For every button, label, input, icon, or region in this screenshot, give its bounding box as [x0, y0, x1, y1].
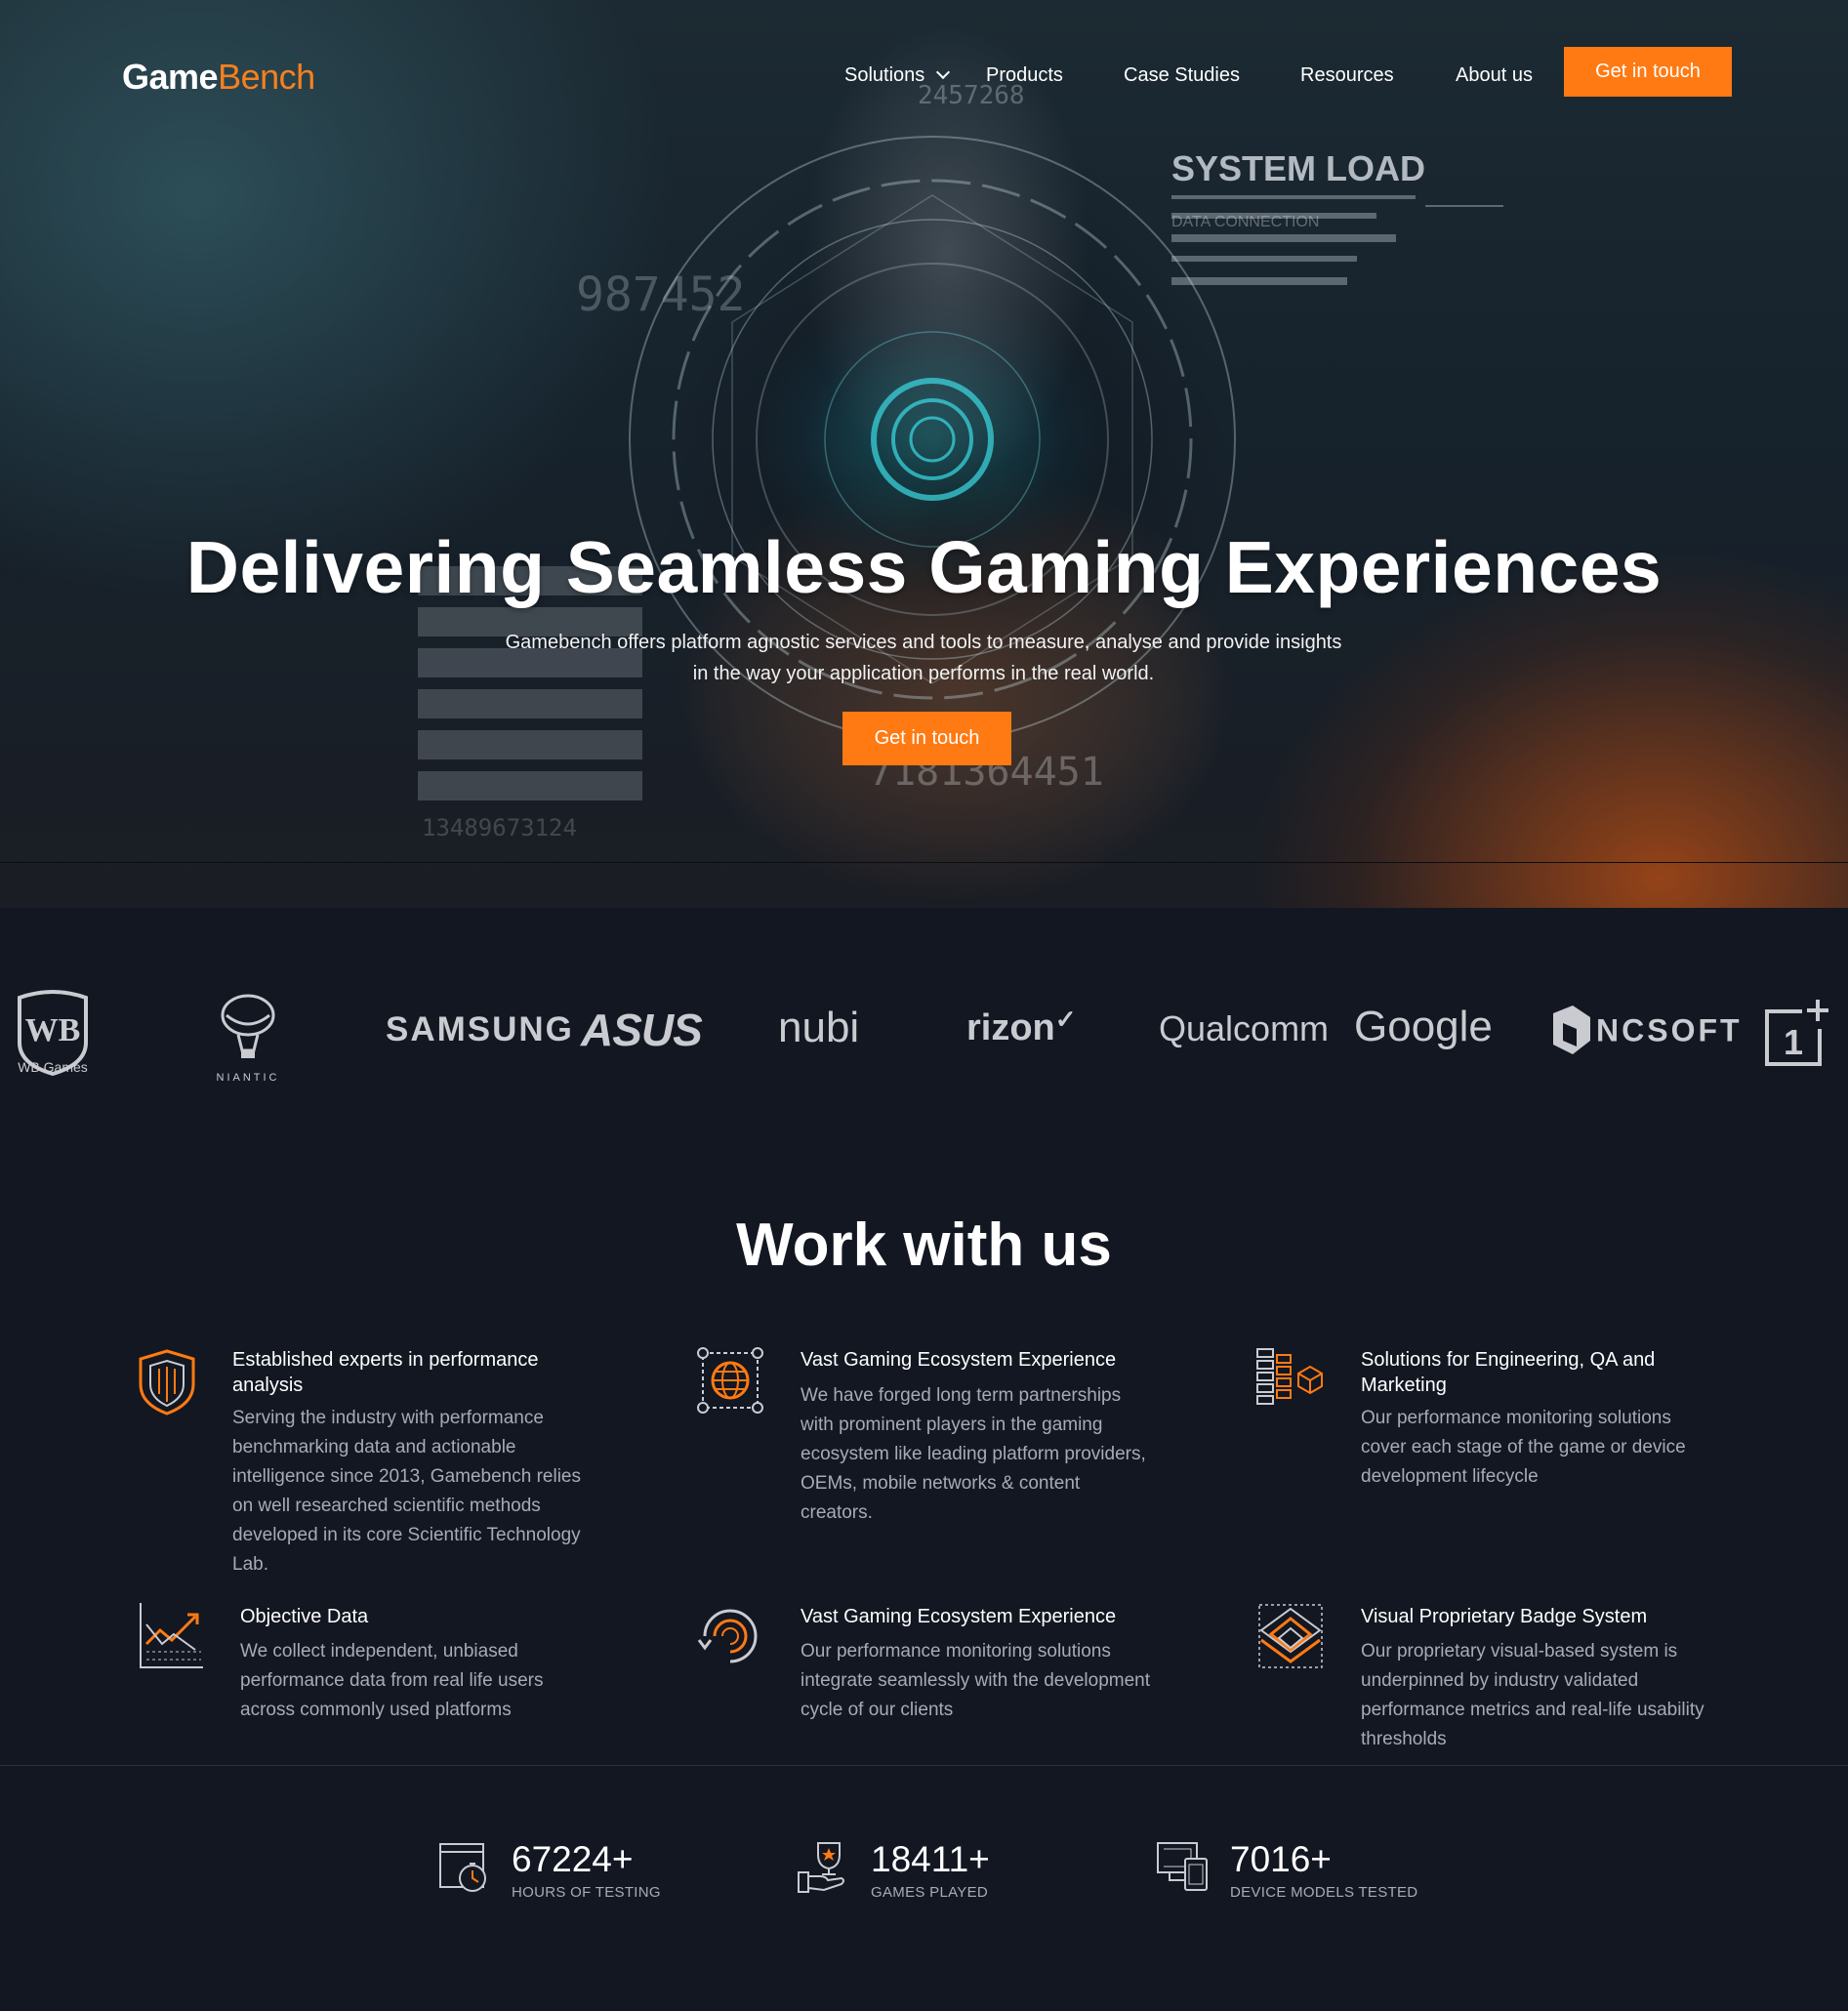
hud-number-panel: 13489673124	[422, 814, 577, 841]
feature-2-text: We have forged long term partnerships wi…	[801, 1385, 1146, 1523]
wb-games-shield-icon: WB WB Games	[18, 990, 88, 1077]
feature-4-text: We collect independent, unbiased perform…	[240, 1641, 544, 1720]
stat-hours-value: 67224+	[512, 1839, 634, 1879]
nav-item-about-us[interactable]: About us	[1456, 64, 1533, 87]
hero-title: Delivering Seamless Gaming Experiences	[185, 526, 1663, 608]
rizon-logo: rizon✓	[966, 1005, 1077, 1049]
feature-6-title: Visual Proprietary Badge System	[1361, 1606, 1648, 1627]
samsung-logo: SAMSUNG	[386, 1010, 574, 1048]
nav-item-solutions[interactable]: Solutions	[844, 64, 951, 87]
svg-text:WB: WB	[25, 1012, 81, 1048]
feature-1-title: Established experts in performance analy…	[232, 1349, 539, 1396]
feature-5-text: Our performance monitoring solutions int…	[801, 1641, 1151, 1720]
ncsoft-text: NCSOFT	[1596, 1012, 1743, 1048]
feature-1-text: Serving the industry with performance be…	[232, 1408, 581, 1575]
niantic-logo: NIANTIC	[209, 986, 287, 1084]
svg-text:1: 1	[1784, 1022, 1803, 1062]
ncsoft-logo: NCSOFT	[1547, 1002, 1743, 1060]
nubi-logo: nubi	[778, 1004, 860, 1051]
feature-3-title: Solutions for Engineering, QA and Market…	[1361, 1349, 1656, 1396]
feature-2-title: Vast Gaming Ecosystem Experience	[801, 1349, 1117, 1371]
line-chart-icon	[140, 1603, 203, 1668]
stat-devices-value: 7016+	[1230, 1839, 1332, 1879]
work-with-us-title: Work with us	[736, 1211, 1112, 1279]
check-mark-icon: ✓	[1054, 1005, 1077, 1034]
circular-arrows-icon	[697, 1609, 758, 1663]
hero-section: SYSTEM LOAD DATA CONNECTION 987452 24572…	[0, 0, 1848, 908]
oneplus-logo-icon: 1	[1765, 1000, 1828, 1066]
chevron-down-icon	[936, 64, 951, 80]
asus-logo: ASUS	[581, 1005, 703, 1055]
feature-6-text: Our proprietary visual-based system is u…	[1361, 1641, 1704, 1749]
devices-icon	[1157, 1842, 1208, 1891]
hero-subtitle: Gamebench offers platform agnostic servi…	[484, 627, 1363, 689]
partner-logos-strip: WB WB Games NIANTIC SAMSUNG ASUS nubi ri…	[0, 908, 1848, 1152]
globe-icon	[697, 1347, 763, 1414]
hero-get-in-touch-button[interactable]: Get in touch	[842, 712, 1011, 765]
qualcomm-logo: Qualcomm	[1159, 1008, 1330, 1048]
gamebench-logo[interactable]: GameBench	[122, 57, 315, 98]
nav-get-in-touch-button[interactable]: Get in touch	[1564, 47, 1732, 97]
shield-icon	[139, 1349, 195, 1416]
hud-system-load-text: SYSTEM LOAD	[1171, 148, 1425, 188]
hero-subtitle-line2: in the way your application performs in …	[692, 663, 1155, 684]
wb-games-text: WB Games	[18, 1059, 88, 1075]
server-stack-icon	[1256, 1348, 1323, 1405]
rizon-text: rizon	[966, 1007, 1055, 1048]
oneplus-logo: 1	[1763, 998, 1831, 1068]
niantic-balloon-icon: NIANTIC	[217, 994, 280, 1084]
niantic-text: NIANTIC	[217, 1072, 280, 1084]
trophy-hand-icon	[798, 1842, 844, 1893]
nav-item-solutions-label: Solutions	[844, 64, 925, 86]
top-navigation: GameBench Solutions Products Case Studie…	[0, 0, 1848, 146]
feature-5-title: Vast Gaming Ecosystem Experience	[801, 1606, 1117, 1627]
ncsoft-cube-icon	[1553, 1006, 1590, 1054]
wb-games-logo: WB WB Games	[12, 988, 94, 1077]
stopwatch-icon	[439, 1843, 486, 1892]
nav-item-products[interactable]: Products	[986, 64, 1063, 87]
nav-item-case-studies[interactable]: Case Studies	[1124, 64, 1240, 87]
hero-subtitle-line1: Gamebench offers platform agnostic servi…	[505, 632, 1342, 653]
nav-item-resources[interactable]: Resources	[1300, 64, 1394, 87]
stat-games-label: GAMES PLAYED	[871, 1884, 989, 1901]
stat-devices-label: DEVICE MODELS TESTED	[1230, 1884, 1418, 1901]
section-divider	[0, 1765, 1848, 1766]
stat-hours-label: HOURS OF TESTING	[512, 1884, 661, 1901]
hud-number-left: 987452	[576, 267, 745, 322]
feature-4-title: Objective Data	[240, 1606, 369, 1627]
logo-text-bench: Bench	[218, 57, 315, 97]
hero-bottom-line	[0, 862, 1848, 863]
google-logo: Google	[1354, 1003, 1493, 1050]
hud-data-connection-text: DATA CONNECTION	[1171, 214, 1319, 230]
layered-diamond-icon	[1258, 1604, 1323, 1668]
stat-games-value: 18411+	[871, 1839, 990, 1879]
feature-3-text: Our performance monitoring solutions cov…	[1361, 1408, 1686, 1487]
logo-text-game: Game	[122, 57, 219, 97]
